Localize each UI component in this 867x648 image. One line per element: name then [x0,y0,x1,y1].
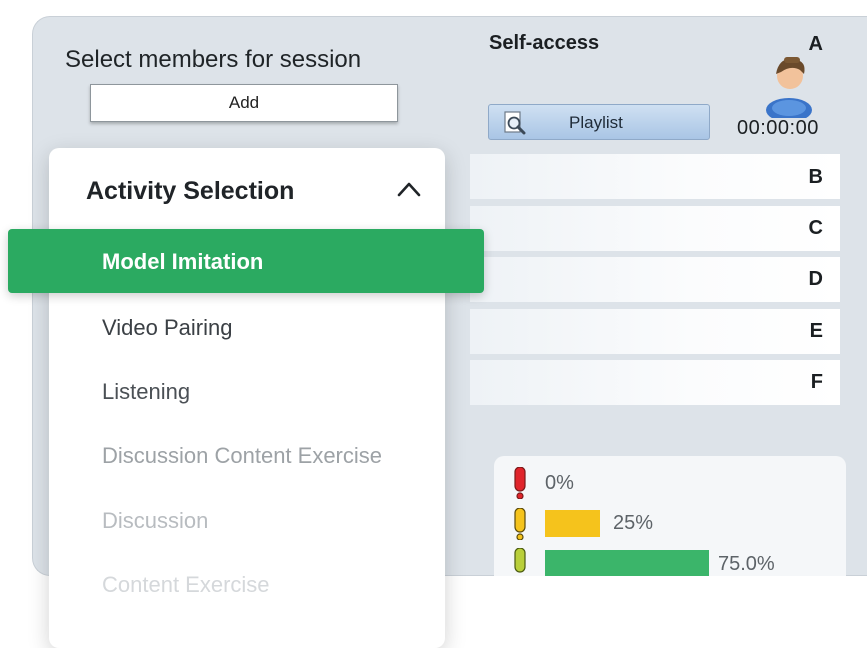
row-letter-f: F [810,371,823,393]
row-b-slot[interactable] [470,154,840,199]
stat-row-green [514,547,526,578]
stat-label-75: 75.0% [718,553,775,575]
stat-label-0: 0% [545,472,574,494]
activity-dropdown-title[interactable]: Activity Selection [86,177,294,206]
row-letter-e: E [809,320,823,342]
session-timer: 00:00:00 [737,117,819,139]
row-letter-b: B [808,166,823,188]
traffic-indicator-icon [514,466,526,503]
activity-option[interactable]: Content Exercise [102,572,270,598]
activity-option-selected-label: Model Imitation [102,249,264,274]
magnifier-document-icon [502,111,528,140]
activity-option[interactable]: Listening [102,379,190,405]
row-f-slot[interactable] [470,360,840,405]
stat-bar-75 [545,550,709,577]
activity-option[interactable]: Discussion Content Exercise [102,443,382,469]
stat-label-25: 25% [613,512,654,534]
add-members-button[interactable]: Add [90,84,398,122]
chevron-up-icon[interactable] [396,180,422,203]
playlist-label: Playlist [569,113,623,132]
activity-option[interactable]: Discussion [102,508,208,534]
row-e-slot[interactable] [470,309,840,354]
stat-row-red [514,466,526,500]
stat-row-yellow [514,507,526,541]
row-letter-a: A [808,33,823,55]
playlist-button[interactable]: Playlist [488,104,710,140]
row-d-slot[interactable] [470,257,840,302]
members-title: Select members for session [65,46,362,73]
traffic-indicator-icon [514,507,526,544]
session-title: Self-access [489,32,600,54]
activity-option[interactable]: Video Pairing [102,315,232,341]
activity-option-selected[interactable]: Model Imitation [8,229,484,293]
stat-bar-25 [545,510,600,537]
row-letter-d: D [808,268,823,290]
user-avatar-icon [763,54,815,123]
row-letter-c: C [808,217,823,239]
panel-bottom-edge [446,576,867,635]
row-c-slot[interactable] [470,206,840,251]
